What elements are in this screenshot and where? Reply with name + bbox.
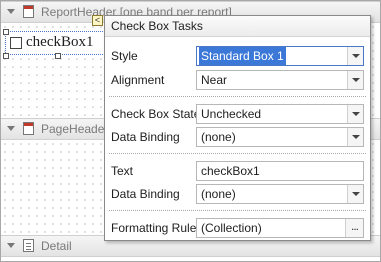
section-divider — [109, 96, 366, 97]
binding-value: (none) — [201, 187, 236, 201]
binding-value: (none) — [201, 130, 236, 144]
resize-handle[interactable] — [3, 29, 9, 35]
chevron-down-icon[interactable] — [347, 71, 363, 89]
section-divider — [109, 210, 366, 211]
formatting-rules-field[interactable]: (Collection) ... — [196, 218, 364, 238]
data-binding-label: Data Binding — [111, 130, 180, 144]
band-header-icon — [23, 122, 34, 135]
formatting-rules-value: (Collection) — [201, 221, 262, 235]
resize-handle[interactable] — [3, 53, 9, 59]
section-divider — [109, 153, 366, 154]
checkbox-control[interactable]: checkBox1 — [5, 31, 109, 55]
band-detail-icon — [23, 239, 34, 252]
style-dropdown[interactable]: Standard Box 1 — [196, 46, 364, 66]
check-state-binding-dropdown[interactable]: (none) — [196, 127, 364, 147]
check-box-tasks-panel: Check Box Tasks Style Standard Box 1 Ali… — [104, 15, 371, 241]
band-title: PageHeader — [41, 122, 109, 136]
text-binding-dropdown[interactable]: (none) — [196, 184, 364, 204]
text-input[interactable]: checkBox1 — [196, 161, 364, 181]
collapse-arrow-icon[interactable] — [7, 9, 15, 14]
band-header-icon — [23, 5, 34, 18]
check-state-dropdown[interactable]: Unchecked — [196, 104, 364, 124]
chevron-down-icon[interactable] — [347, 128, 363, 146]
collapse-arrow-icon[interactable] — [7, 126, 15, 131]
check-state-label: Check Box State — [111, 107, 201, 121]
alignment-label: Alignment — [111, 73, 165, 87]
report-designer-surface: ReportHeader [one band per report] PageH… — [0, 0, 381, 262]
style-label: Style — [111, 49, 138, 63]
band-title: Detail — [41, 239, 72, 253]
chevron-down-icon[interactable] — [347, 47, 363, 65]
checkbox-label: checkBox1 — [26, 34, 94, 50]
collapse-arrow-icon[interactable] — [7, 243, 15, 248]
alignment-value: Near — [201, 73, 228, 87]
alignment-dropdown[interactable]: Near — [196, 70, 364, 90]
chevron-down-icon[interactable] — [347, 185, 363, 203]
check-state-value: Unchecked — [201, 107, 262, 121]
style-value: Standard Box 1 — [199, 47, 286, 65]
chevron-down-icon[interactable] — [347, 105, 363, 123]
resize-handle[interactable] — [55, 53, 61, 59]
ellipsis-button[interactable]: ... — [345, 219, 363, 237]
smart-tag-button[interactable]: < — [92, 15, 103, 26]
formatting-rules-label: Formatting Rules — [111, 221, 203, 235]
text-label: Text — [111, 164, 134, 178]
data-binding-label: Data Binding — [111, 187, 180, 201]
text-value: checkBox1 — [201, 164, 260, 178]
panel-title: Check Box Tasks — [105, 16, 370, 37]
checkbox-square-icon — [10, 37, 22, 49]
